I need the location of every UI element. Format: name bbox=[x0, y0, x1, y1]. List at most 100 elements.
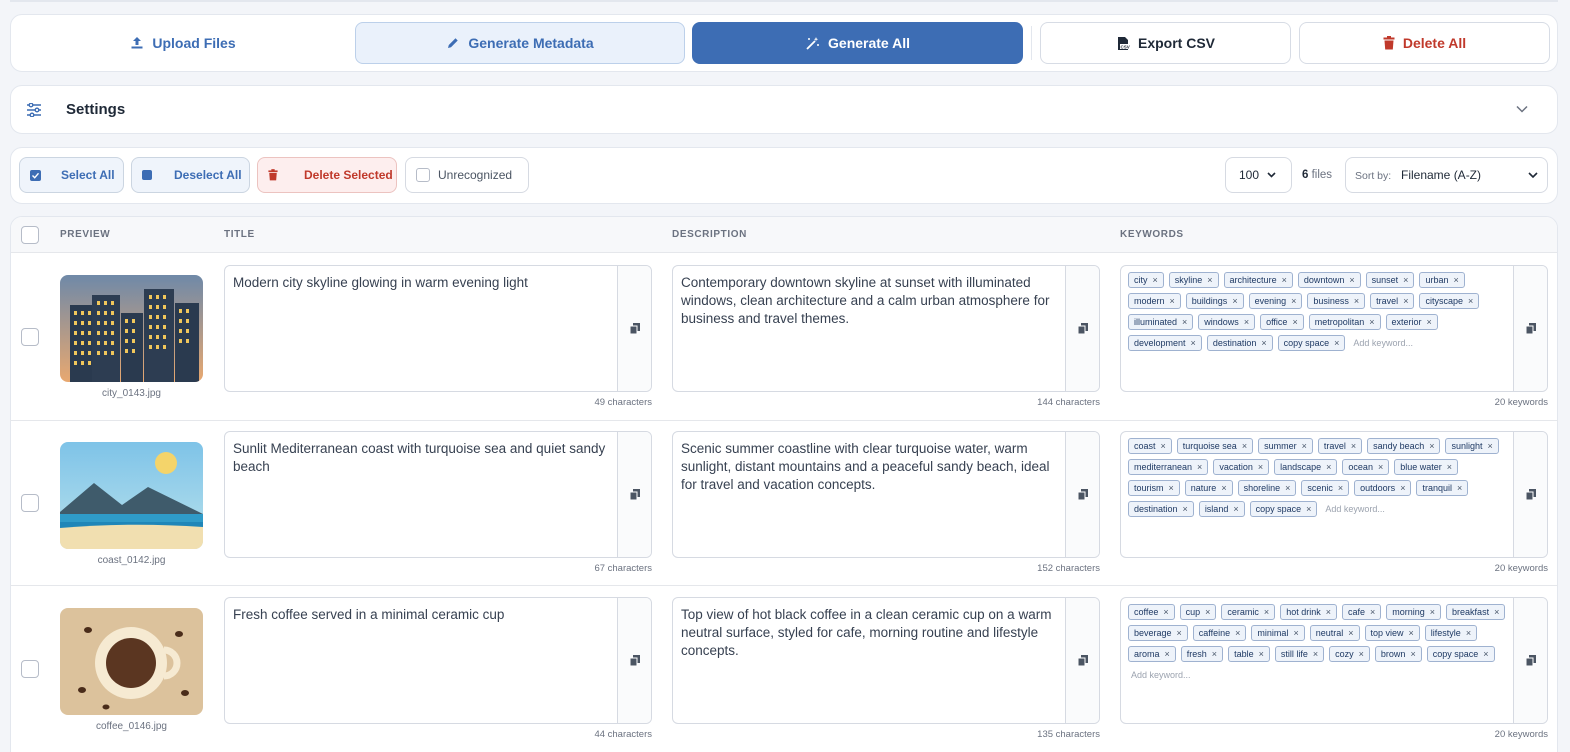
keyword-tag[interactable]: downtown × bbox=[1297, 272, 1361, 288]
remove-keyword-icon[interactable]: × bbox=[1488, 441, 1493, 451]
generate-metadata-button[interactable]: Generate Metadata bbox=[355, 22, 685, 64]
copy-title-button[interactable] bbox=[617, 432, 651, 557]
remove-keyword-icon[interactable]: × bbox=[1354, 296, 1359, 306]
keywords-field[interactable]: coffee × cup × ceramic × hot drink × cafe × mornin… bbox=[1120, 597, 1548, 724]
remove-keyword-icon[interactable]: × bbox=[1447, 462, 1452, 472]
keyword-tag[interactable]: vacation × bbox=[1213, 459, 1270, 475]
keyword-tag[interactable]: coffee × bbox=[1128, 604, 1175, 620]
unrecognized-checkbox[interactable] bbox=[416, 168, 430, 182]
remove-keyword-icon[interactable]: × bbox=[1427, 317, 1432, 327]
remove-keyword-icon[interactable]: × bbox=[1483, 649, 1488, 659]
description-field[interactable]: Top view of hot black coffee in a clean … bbox=[672, 597, 1100, 724]
remove-keyword-icon[interactable]: × bbox=[1403, 296, 1408, 306]
row-checkbox[interactable] bbox=[21, 660, 39, 678]
keyword-tag[interactable]: ocean × bbox=[1342, 459, 1390, 475]
keyword-tag[interactable]: island × bbox=[1198, 501, 1245, 517]
remove-keyword-icon[interactable]: × bbox=[1291, 296, 1296, 306]
remove-keyword-icon[interactable]: × bbox=[1170, 296, 1175, 306]
keywords-field[interactable]: coast × turquoise sea × summer × travel × sandy … bbox=[1120, 431, 1548, 558]
remove-keyword-icon[interactable]: × bbox=[1165, 649, 1170, 659]
keyword-tag[interactable]: copy space × bbox=[1426, 646, 1495, 662]
keyword-tag[interactable]: shoreline × bbox=[1237, 480, 1297, 496]
remove-keyword-icon[interactable]: × bbox=[1244, 317, 1249, 327]
keywords-field[interactable]: city × skyline × architecture × downtown × sunse… bbox=[1120, 265, 1548, 392]
keyword-tag[interactable]: top view × bbox=[1364, 625, 1420, 641]
keyword-tag[interactable]: aroma × bbox=[1128, 646, 1176, 662]
add-keyword-input[interactable]: Add keyword... bbox=[1128, 667, 1191, 683]
remove-keyword-icon[interactable]: × bbox=[1369, 317, 1374, 327]
preview-thumbnail[interactable] bbox=[60, 275, 203, 382]
remove-keyword-icon[interactable]: × bbox=[1191, 338, 1196, 348]
keyword-tag[interactable]: destination × bbox=[1128, 501, 1194, 517]
keyword-tag[interactable]: summer × bbox=[1258, 438, 1313, 454]
remove-keyword-icon[interactable]: × bbox=[1285, 483, 1290, 493]
description-field[interactable]: Scenic summer coastline with clear turqu… bbox=[672, 431, 1100, 558]
keyword-tag[interactable]: still life × bbox=[1274, 646, 1325, 662]
keyword-tag[interactable]: cozy × bbox=[1329, 646, 1370, 662]
remove-keyword-icon[interactable]: × bbox=[1233, 504, 1238, 514]
remove-keyword-icon[interactable]: × bbox=[1430, 607, 1435, 617]
keyword-tag[interactable]: ceramic × bbox=[1221, 604, 1276, 620]
remove-keyword-icon[interactable]: × bbox=[1169, 483, 1174, 493]
remove-keyword-icon[interactable]: × bbox=[1197, 462, 1202, 472]
keyword-tag[interactable]: fresh × bbox=[1180, 646, 1224, 662]
remove-keyword-icon[interactable]: × bbox=[1468, 296, 1473, 306]
preview-thumbnail[interactable] bbox=[60, 608, 203, 715]
remove-keyword-icon[interactable]: × bbox=[1261, 338, 1266, 348]
keyword-tag[interactable]: nature × bbox=[1184, 480, 1233, 496]
remove-keyword-icon[interactable]: × bbox=[1326, 462, 1331, 472]
header-select-checkbox[interactable] bbox=[21, 226, 39, 244]
title-text[interactable]: Sunlit Mediterranean coast with turquois… bbox=[233, 440, 609, 476]
remove-keyword-icon[interactable]: × bbox=[1359, 649, 1364, 659]
deselect-all-button[interactable]: Deselect All bbox=[131, 157, 250, 193]
keyword-tag[interactable]: office × bbox=[1260, 314, 1304, 330]
remove-keyword-icon[interactable]: × bbox=[1205, 607, 1210, 617]
remove-keyword-icon[interactable]: × bbox=[1161, 441, 1166, 451]
keyword-tag[interactable]: travel × bbox=[1317, 438, 1363, 454]
keyword-tag[interactable]: destination × bbox=[1206, 335, 1273, 351]
keyword-tag[interactable]: turquoise sea × bbox=[1176, 438, 1254, 454]
title-field[interactable]: Modern city skyline glowing in warm even… bbox=[224, 265, 652, 392]
remove-keyword-icon[interactable]: × bbox=[1457, 483, 1462, 493]
keyword-tag[interactable]: tranquil × bbox=[1416, 480, 1469, 496]
remove-keyword-icon[interactable]: × bbox=[1326, 607, 1331, 617]
per-page-select[interactable]: 100 bbox=[1225, 157, 1292, 193]
remove-keyword-icon[interactable]: × bbox=[1282, 275, 1287, 285]
remove-keyword-icon[interactable]: × bbox=[1453, 275, 1458, 285]
remove-keyword-icon[interactable]: × bbox=[1183, 504, 1188, 514]
remove-keyword-icon[interactable]: × bbox=[1466, 628, 1471, 638]
settings-panel[interactable]: Settings bbox=[10, 85, 1558, 134]
remove-keyword-icon[interactable]: × bbox=[1494, 607, 1499, 617]
keyword-tag[interactable]: mediterranean × bbox=[1128, 459, 1209, 475]
keyword-tag[interactable]: neutral × bbox=[1309, 625, 1360, 641]
keyword-tag[interactable]: architecture × bbox=[1223, 272, 1293, 288]
copy-keywords-button[interactable] bbox=[1513, 266, 1547, 391]
delete-selected-button[interactable]: Delete Selected bbox=[257, 157, 397, 193]
remove-keyword-icon[interactable]: × bbox=[1306, 504, 1311, 514]
keyword-tag[interactable]: beverage × bbox=[1128, 625, 1188, 641]
description-field[interactable]: Contemporary downtown skyline at sunset … bbox=[672, 265, 1100, 392]
keyword-tag[interactable]: sunlight × bbox=[1445, 438, 1499, 454]
remove-keyword-icon[interactable]: × bbox=[1258, 462, 1263, 472]
remove-keyword-icon[interactable]: × bbox=[1338, 483, 1343, 493]
title-field[interactable]: Fresh coffee served in a minimal ceramic… bbox=[224, 597, 652, 724]
keyword-tag[interactable]: cup × bbox=[1179, 604, 1217, 620]
sort-select[interactable]: Sort by: Filename (A-Z) bbox=[1345, 157, 1548, 193]
remove-keyword-icon[interactable]: × bbox=[1153, 275, 1158, 285]
copy-title-button[interactable] bbox=[617, 598, 651, 723]
keyword-tag[interactable]: cafe × bbox=[1341, 604, 1382, 620]
keyword-tag[interactable]: blue water × bbox=[1394, 459, 1459, 475]
keyword-tag[interactable]: business × bbox=[1307, 293, 1366, 309]
remove-keyword-icon[interactable]: × bbox=[1232, 296, 1237, 306]
keyword-tag[interactable]: metropolitan × bbox=[1308, 314, 1381, 330]
description-text[interactable]: Contemporary downtown skyline at sunset … bbox=[681, 274, 1057, 328]
delete-all-button[interactable]: Delete All bbox=[1299, 22, 1550, 64]
description-text[interactable]: Scenic summer coastline with clear turqu… bbox=[681, 440, 1057, 494]
keyword-tag[interactable]: hot drink × bbox=[1280, 604, 1337, 620]
remove-keyword-icon[interactable]: × bbox=[1264, 607, 1269, 617]
keyword-tag[interactable]: evening × bbox=[1248, 293, 1303, 309]
keyword-tag[interactable]: development × bbox=[1128, 335, 1202, 351]
remove-keyword-icon[interactable]: × bbox=[1409, 628, 1414, 638]
remove-keyword-icon[interactable]: × bbox=[1378, 462, 1383, 472]
add-keyword-input[interactable]: Add keyword... bbox=[1322, 501, 1385, 517]
